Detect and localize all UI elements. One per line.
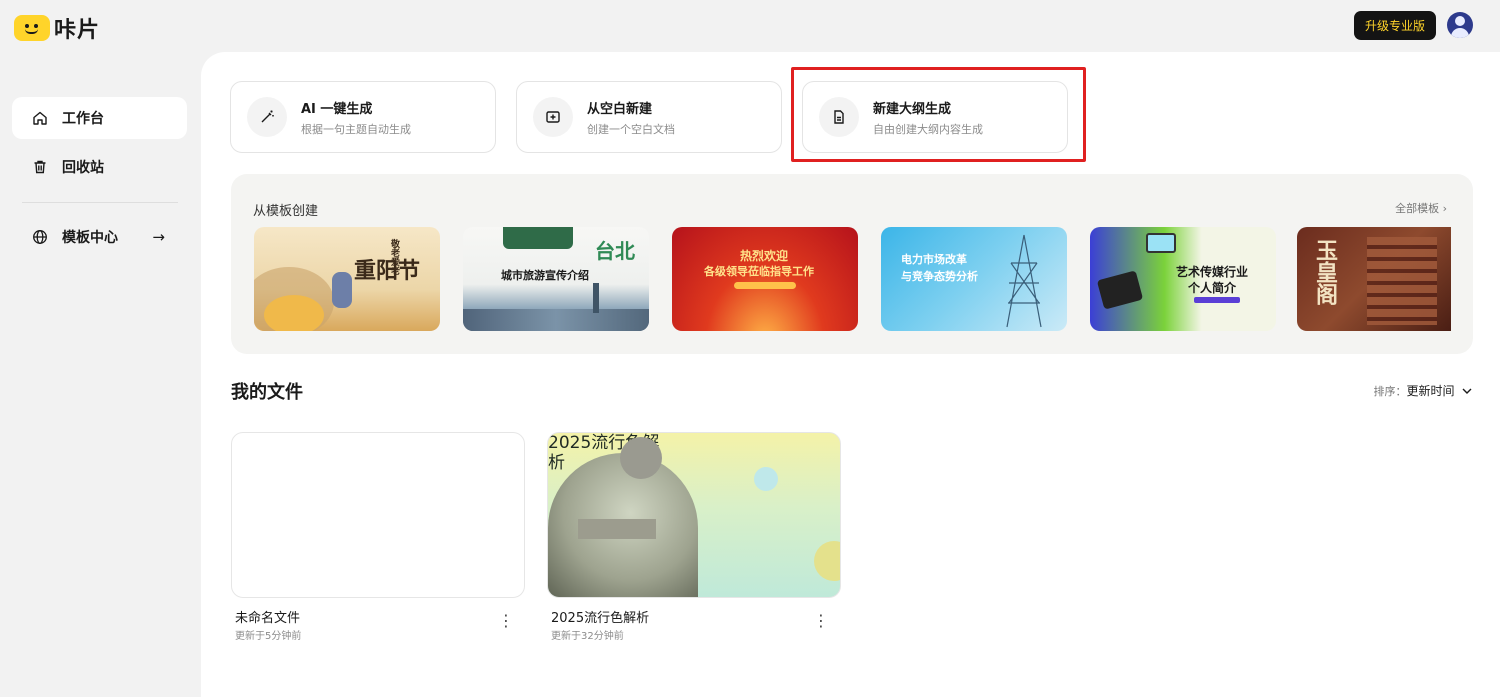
template-title: 玉皇阁: [1312, 239, 1338, 305]
sidebar-item-label: 工作台: [62, 111, 104, 127]
file-updated-time: 更新于32分钟前: [551, 631, 624, 642]
sidebar-item-template-center[interactable]: 模板中心 →: [12, 216, 187, 258]
user-avatar[interactable]: [1447, 12, 1473, 38]
app-logo[interactable]: 咔片: [14, 12, 100, 44]
ai-generate-card[interactable]: AI 一键生成 根据一句主题自动生成: [230, 81, 496, 153]
template-thumb-city-tour[interactable]: 城市旅游宣传介绍 台北: [463, 227, 649, 331]
upgrade-button[interactable]: 升级专业版: [1354, 11, 1436, 40]
blank-new-card[interactable]: 从空白新建 创建一个空白文档: [516, 81, 782, 153]
sidebar-item-label: 回收站: [62, 160, 104, 176]
template-thumb-art-media[interactable]: 艺术传媒行业 个人简介: [1090, 227, 1276, 331]
template-section-title: 从模板创建: [253, 204, 319, 219]
template-panel: 从模板创建 全部模板 › 重阳节 敬老爱老 城市旅游宣传介绍 台北 热烈欢迎 各…: [231, 174, 1473, 354]
magic-wand-icon: [247, 97, 287, 137]
template-thumb-yuhuang-pavilion[interactable]: 玉皇阁: [1297, 227, 1451, 331]
home-icon: [33, 111, 47, 125]
template-subtitle: 台北: [595, 239, 635, 263]
all-templates-link[interactable]: 全部模板 ›: [1395, 200, 1447, 216]
file-name: 2025流行色解析: [551, 611, 650, 626]
more-options-icon[interactable]: ⋮: [813, 613, 829, 629]
template-title: 电力市场改革: [901, 253, 967, 266]
my-files-title: 我的文件: [231, 382, 303, 403]
file-card-untitled[interactable]: [231, 432, 525, 598]
template-thumb-welcome[interactable]: 热烈欢迎 各级领导莅临指导工作: [672, 227, 858, 331]
action-subtitle: 根据一句主题自动生成: [301, 122, 411, 136]
globe-icon: [33, 230, 47, 244]
template-title: 城市旅游宣传介绍: [501, 269, 589, 282]
more-options-icon[interactable]: ⋮: [498, 613, 514, 629]
sidebar-divider: [22, 202, 178, 203]
sort-value: 更新时间: [1406, 384, 1455, 398]
app-name: 咔片: [54, 18, 101, 43]
template-subtitle: 敬老爱老: [389, 239, 399, 275]
file-name: 未命名文件: [235, 611, 301, 626]
add-slide-icon: [533, 97, 573, 137]
highlight-annotation: [791, 67, 1086, 162]
file-card-2025-color[interactable]: 2025流行色解析: [547, 432, 841, 598]
sidebar-item-workspace[interactable]: 工作台: [12, 97, 187, 139]
file-updated-time: 更新于5分钟前: [235, 631, 302, 642]
template-thumb-power-market[interactable]: 电力市场改革 与竞争态势分析: [881, 227, 1067, 331]
template-title: 艺术传媒行业: [1176, 265, 1249, 279]
template-subtitle: 个人简介: [1188, 281, 1237, 295]
template-subtitle: 与竞争态势分析: [901, 270, 978, 283]
sidebar-item-label: 模板中心: [62, 230, 118, 246]
template-subtitle: 各级领导莅临指导工作: [704, 265, 814, 278]
action-title: AI 一键生成: [301, 101, 373, 117]
arrow-right-icon: →: [152, 228, 165, 246]
template-title: 重阳节: [354, 258, 421, 284]
logo-mascot-icon: [14, 15, 50, 41]
chevron-down-icon: [1462, 388, 1472, 394]
template-thumb-chongyang[interactable]: 重阳节 敬老爱老: [254, 227, 440, 331]
sidebar-item-trash[interactable]: 回收站: [12, 146, 187, 188]
action-subtitle: 创建一个空白文档: [587, 122, 675, 136]
action-title: 从空白新建: [587, 101, 653, 117]
main-content: AI 一键生成 根据一句主题自动生成 从空白新建 创建一个空白文档 新建大纲生成…: [201, 52, 1500, 697]
sort-label: 排序：: [1373, 385, 1407, 398]
template-title: 热烈欢迎: [740, 249, 789, 263]
sort-control[interactable]: 排序：更新时间: [1373, 382, 1472, 399]
trash-icon: [34, 160, 46, 174]
